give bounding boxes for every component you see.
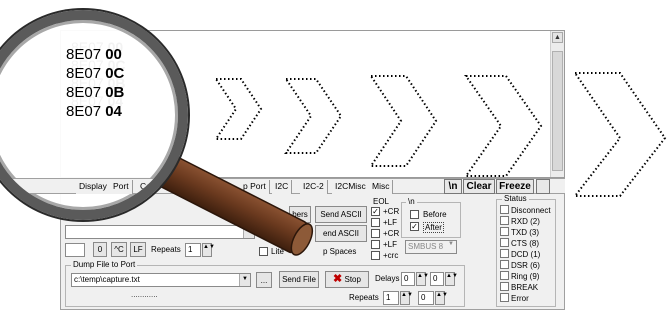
ctrl-c-button[interactable]: ^C — [111, 242, 127, 257]
status-cts: CTS (8) — [500, 238, 539, 248]
delay-spinner-1[interactable]: ▲▼ — [416, 272, 429, 286]
browse-button[interactable]: ... — [256, 272, 272, 288]
chevron-arrow-large — [572, 72, 667, 197]
before-label: Before — [423, 210, 447, 219]
lf-button[interactable]: LF — [130, 242, 146, 257]
eol-option-label: +LF — [383, 240, 398, 249]
eol-title: EOL — [373, 197, 390, 206]
dump-repeats-field-1[interactable]: 1 — [383, 291, 399, 305]
byte-field[interactable] — [65, 243, 85, 257]
progress-indicator: ............ — [131, 290, 158, 299]
delay-field-1[interactable]: 0 — [401, 272, 415, 286]
status-ring: Ring (9) — [500, 271, 539, 281]
zoomed-line: 8E07 00 — [66, 46, 122, 63]
before-checkbox[interactable] — [410, 210, 419, 219]
status-txd: TXD (3) — [500, 227, 539, 237]
freeze-button[interactable]: Freeze — [496, 179, 534, 194]
eol-cr2-checkbox[interactable] — [371, 229, 380, 238]
chevron-down-icon[interactable]: ▼ — [446, 241, 456, 253]
zoomed-line: 8E07 0C — [66, 65, 125, 82]
eol-cr-checkbox[interactable]: ✓ — [371, 207, 380, 216]
value-zero-button[interactable]: 0 — [93, 242, 107, 257]
magnifier-handle — [155, 154, 314, 256]
eol-option-label: +CR — [383, 229, 400, 238]
delay-field-2[interactable]: 0 — [430, 272, 444, 286]
send-file-button[interactable]: Send File — [279, 271, 319, 288]
zoomed-tab-capture: Capt — [137, 180, 162, 194]
dump-file-title: Dump File to Port — [71, 260, 138, 269]
eol-option-label: +LF — [383, 218, 398, 227]
dump-repeats-spinner-1[interactable]: ▲▼ — [400, 291, 413, 305]
tab-misc[interactable]: Misc — [369, 180, 394, 194]
chevron-arrow — [464, 75, 543, 177]
zoomed-tab-port: Port — [110, 180, 133, 194]
clear-button[interactable]: Clear — [463, 179, 495, 194]
status-error: Error — [500, 293, 529, 303]
eol-crc-checkbox[interactable] — [371, 251, 380, 260]
dump-repeats-label: Repeats — [349, 293, 379, 302]
status-rxd: RXD (2) — [500, 216, 540, 226]
close-icon: ✖ — [333, 273, 343, 285]
status-dcd: DCD (1) — [500, 249, 540, 259]
zoomed-line: 8E07 04 — [66, 103, 122, 120]
newline-group-title: \n — [406, 197, 417, 206]
vertical-scrollbar[interactable]: ▲ — [550, 31, 564, 177]
eol-option-label: +CR — [383, 207, 400, 216]
after-checkbox[interactable]: ✓ — [410, 222, 419, 231]
scroll-thumb[interactable] — [552, 51, 563, 171]
status-title: Status — [502, 194, 529, 203]
eol-lf2-checkbox[interactable] — [371, 240, 380, 249]
newline-toggle-button[interactable]: \n — [444, 179, 462, 194]
tab-i2cmisc[interactable]: I2CMisc — [332, 180, 370, 194]
chevron-arrow — [369, 75, 438, 167]
delays-label: Delays — [375, 274, 400, 283]
extra-toggle-button[interactable] — [536, 179, 550, 194]
zoomed-tab-bar: Display Port Capt — [0, 178, 178, 194]
zoomed-line: 8E07 0B — [66, 84, 125, 101]
dump-repeats-spinner-2[interactable]: ▲▼ — [435, 291, 448, 305]
chevron-arrow — [214, 78, 263, 140]
status-break[interactable]: BREAK — [500, 282, 538, 292]
status-dsr: DSR (6) — [500, 260, 540, 270]
chevron-arrow — [284, 78, 343, 154]
after-label: After — [423, 222, 444, 233]
status-panel: Status Disconnect RXD (2) TXD (3) CTS (8… — [496, 194, 556, 310]
eol-option-label: +crc — [383, 251, 399, 260]
scroll-up-icon[interactable]: ▲ — [552, 32, 563, 43]
dump-file-path-field[interactable]: c:\temp\capture.txt ▼ — [71, 273, 251, 287]
eol-lf-checkbox[interactable] — [371, 218, 380, 227]
dump-repeats-field-2[interactable]: 0 — [418, 291, 434, 305]
status-disconnect[interactable]: Disconnect — [500, 205, 551, 215]
delay-spinner-2[interactable]: ▲▼ — [445, 272, 458, 286]
stop-button[interactable]: ✖ Stop — [325, 271, 369, 288]
zoomed-tab-display: Display — [76, 180, 111, 194]
chevron-down-icon[interactable]: ▼ — [239, 274, 250, 286]
